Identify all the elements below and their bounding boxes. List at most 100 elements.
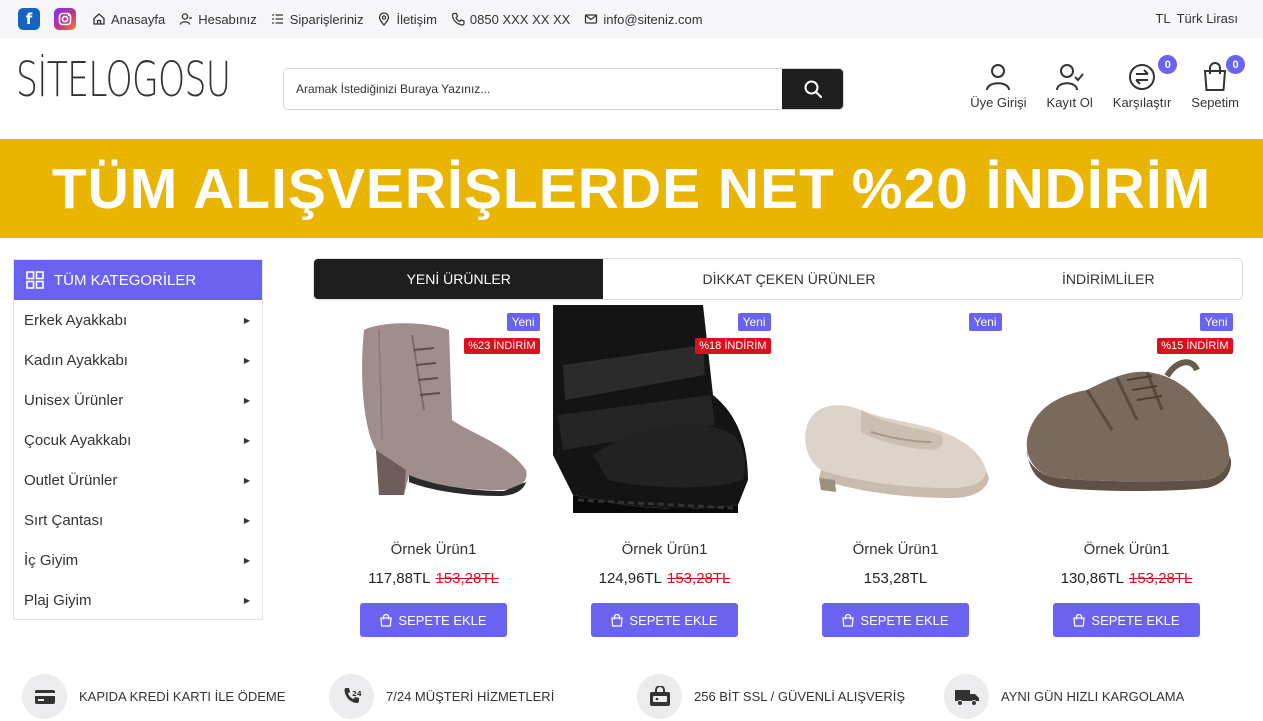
sidebar-item-label: Unisex Ürünler [24,391,124,409]
product-card: Yeni %18 İNDİRİM Örnek Ürün1 124,96TL 15… [549,305,780,650]
feature-card-payment: KAPIDA KREDİ KARTI İLE ÖDEME [22,674,285,719]
black-boot-image [552,305,748,513]
currency-code: TL [1155,11,1171,26]
email-link[interactable]: info@siteniz.com [584,11,703,27]
product-image-sneaker[interactable]: Yeni %15 İNDİRİM [1015,305,1239,515]
new-badge: Yeni [737,313,771,331]
add-to-cart-button[interactable]: SEPETE EKLE [360,603,507,637]
ssl-icon-wrap [637,674,682,719]
orders-link[interactable]: Siparişleriniz [271,12,363,27]
product-card: Yeni %23 İNDİRİM Örnek Ürün1 117,88TL 15… [318,305,549,650]
home-icon [93,13,105,25]
feature-label: KAPIDA KREDİ KARTI İLE ÖDEME [79,689,286,704]
discount-badge: %18 İNDİRİM [695,338,771,354]
currency-selector[interactable]: TL Türk Lirası [1155,11,1238,26]
chevron-right-icon: ▶ [243,515,250,525]
sidebar-item-ic-giyim[interactable]: İç Giyim ▶ [14,540,262,580]
product-image-ankle-boot[interactable]: Yeni %23 İNDİRİM [322,305,546,515]
compare-button[interactable]: Karşılaştır 0 [1113,55,1178,110]
facebook-icon[interactable]: f [18,8,40,30]
login-button[interactable]: Üye Girişi [970,62,1027,110]
chevron-right-icon: ▶ [243,315,250,325]
account-link-label: Hesabınız [198,11,257,27]
sidebar-item-erkek-ayakkabi[interactable]: Erkek Ayakkabı ▶ [14,300,262,340]
home-link[interactable]: Anasayfa [92,12,165,27]
search-icon [804,80,822,99]
sidebar-item-cocuk-ayakkabi[interactable]: Çocuk Ayakkabı ▶ [14,420,262,460]
sidebar-item-plaj-giyim[interactable]: Plaj Giyim ▶ [14,580,262,620]
current-price: 124,96TL [598,570,662,587]
product-price: 117,88TL 153,28TL [368,570,499,587]
list-icon [271,14,283,24]
add-to-cart-button[interactable]: SEPETE EKLE [1053,603,1200,637]
bag-icon [1073,613,1086,627]
cart-label: Sepetim [1191,95,1239,110]
bag-icon [611,613,624,627]
card-icon [34,689,55,704]
loafer-image [804,405,989,498]
add-to-cart-label: SEPETE EKLE [629,612,718,628]
search-input[interactable] [284,69,782,109]
add-to-cart-button[interactable]: SEPETE EKLE [591,603,738,637]
sidebar-item-label: Erkek Ayakkabı [24,311,128,329]
product-name[interactable]: Örnek Ürün1 [622,541,708,558]
sidebar-item-kadin-ayakkabi[interactable]: Kadın Ayakkabı ▶ [14,340,262,380]
chevron-right-icon: ▶ [243,435,250,445]
tab-new-products[interactable]: YENİ ÜRÜNLER [314,259,604,299]
compare-badge: 0 [1158,55,1178,74]
product-price: 124,96TL 153,28TL [599,570,731,587]
mail-icon [585,14,598,24]
sidebar-item-outlet-urunler[interactable]: Outlet Ürünler ▶ [14,460,262,500]
sidebar-item-unisex-urunler[interactable]: Unisex Ürünler ▶ [14,380,262,420]
add-to-cart-label: SEPETE EKLE [860,612,949,628]
product-name[interactable]: Örnek Ürün1 [853,541,939,558]
add-to-cart-label: SEPETE EKLE [398,612,487,628]
sidebar-item-label: İç Giyim [24,551,79,569]
account-link[interactable]: Hesabınız [179,12,257,27]
search-button[interactable] [782,69,843,109]
svg-text:24: 24 [352,690,362,698]
product-name[interactable]: Örnek Ürün1 [1084,541,1170,558]
product-image-loafer[interactable]: Yeni [784,305,1008,515]
promo-banner[interactable]: TÜM ALIŞVERİŞLERDE NET %20 İNDİRİM [0,139,1263,238]
current-price: 130,86TL [1060,570,1124,587]
category-header[interactable]: TÜM KATEGORİLER [14,260,262,300]
home-link-label: Anasayfa [111,11,166,27]
instagram-icon[interactable] [54,8,76,30]
location-icon [379,12,390,26]
cart-button[interactable]: Sepetim 0 [1191,55,1245,110]
register-button[interactable]: Kayıt Ol [1047,62,1093,110]
site-logo[interactable]: SİTELOGOSU [16,52,231,108]
sidebar-item-label: Çocuk Ayakkabı [24,431,132,449]
old-price: 153,28TL [667,570,731,587]
add-to-cart-button[interactable]: SEPETE EKLE [822,603,969,637]
user-check-icon [1055,64,1084,91]
category-title: TÜM KATEGORİLER [54,271,197,289]
contact-link-label: İletişim [396,11,437,27]
email-link-label: info@siteniz.com [603,11,703,27]
header-actions: Üye Girişi Kayıt Ol Karşılaştır 0 Sepeti… [970,55,1245,110]
product-name[interactable]: Örnek Ürün1 [391,541,477,558]
product-image-black-boot[interactable]: Yeni %18 İNDİRİM [552,305,777,515]
feature-label: 256 BİT SSL / GÜVENLİ ALIŞVERİŞ [694,689,905,704]
feature-support: 24 7/24 MÜŞTERİ HİZMETLERİ [329,674,554,719]
user-icon [180,13,193,25]
feature-label: AYNI GÜN HIZLI KARGOLAMA [1001,689,1185,704]
phone-link[interactable]: 0850 XXX XX XX [451,12,570,27]
register-label: Kayıt Ol [1046,95,1093,110]
truck-icon-wrap [944,674,989,719]
new-badge: Yeni [968,313,1002,331]
contact-link[interactable]: İletişim [377,11,437,27]
discount-badge: %15 İNDİRİM [1157,338,1233,354]
tab-featured-products[interactable]: DİKKAT ÇEKEN ÜRÜNLER [603,259,974,299]
new-badge: Yeni [506,313,540,331]
current-price: 153,28TL [863,570,928,587]
new-badge: Yeni [1199,313,1233,331]
tab-discounted-products[interactable]: İNDİRİMLİLER [975,259,1242,299]
top-bar: f Anasayfa Hesabınız Siparişleriniz İlet… [0,0,1263,38]
phone-link-label: 0850 XXX XX XX [469,11,571,27]
chevron-right-icon: ▶ [243,555,250,565]
old-price: 153,28TL [435,570,499,587]
sidebar-item-sirt-cantasi[interactable]: Sırt Çantası ▶ [14,500,262,540]
current-price: 117,88TL [368,570,431,587]
